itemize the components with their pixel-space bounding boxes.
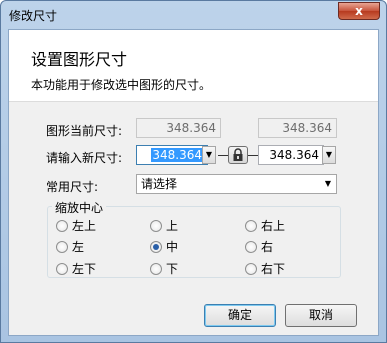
current-height-field: 348.364 [258,118,337,138]
anchor-option-label: 左上 [72,219,97,233]
aspect-lock-button[interactable] [228,146,248,164]
anchor-top-radio[interactable]: 上 [150,217,178,234]
radio-circle [245,240,257,253]
new-height-dropdown-button[interactable]: ▼ [322,146,336,164]
title-bar[interactable]: 修改尺寸 x [1,1,386,29]
new-width-input[interactable]: 348.364 [136,145,208,165]
close-button[interactable]: x [338,2,380,20]
current-height-value: 348.364 [282,121,332,135]
radio-circle [56,219,68,232]
dialog-header: 设置图形尺寸 本功能用于修改选中图形的尺寸。 [9,30,378,102]
lock-link-line-left [218,155,228,156]
anchor-top-right-radio[interactable]: 右上 [245,217,285,234]
anchor-bottom-radio[interactable]: 下 [150,260,178,277]
header-title: 设置图形尺寸 [31,50,128,69]
anchor-option-label: 上 [166,219,179,233]
dialog-window: 修改尺寸 x 设置图形尺寸 本功能用于修改选中图形的尺寸。 图形当前尺寸: 34… [0,0,387,343]
radio-circle [245,262,257,275]
radio-circle [245,219,257,232]
anchor-option-label: 右 [261,240,274,254]
new-size-label: 请输入新尺寸: [46,151,123,165]
window-title: 修改尺寸 [9,9,58,23]
current-width-value: 348.364 [166,121,216,135]
scale-anchor-legend: 缩放中心 [52,199,107,216]
anchor-center-radio[interactable]: 中 [150,238,178,255]
lock-icon [233,148,243,161]
ok-button[interactable]: 确定 [204,304,276,327]
chevron-down-icon: ▼ [324,179,331,188]
radio-circle [150,262,162,275]
current-width-field: 348.364 [136,118,221,138]
common-size-select[interactable]: 请选择 ▼ [136,174,337,194]
common-size-selected-value: 请选择 [141,177,178,191]
anchor-option-label: 左下 [72,262,97,276]
cancel-button[interactable]: 取消 [285,304,357,327]
current-size-label: 图形当前尺寸: [46,124,123,138]
radio-circle [150,219,162,232]
anchor-option-label: 下 [166,262,179,276]
new-height-value: 348.364 [269,148,319,162]
header-description: 本功能用于修改选中图形的尺寸。 [31,78,212,92]
anchor-left-radio[interactable]: 左 [56,238,84,255]
common-size-label: 常用尺寸: [46,180,99,194]
close-icon: x [355,4,363,18]
new-height-input[interactable]: 348.364 [258,145,324,165]
anchor-top-left-radio[interactable]: 左上 [56,217,96,234]
new-width-dropdown-button[interactable]: ▼ [202,146,216,164]
radio-circle-checked [150,240,162,253]
new-width-value: 348.364 [151,148,203,162]
anchor-option-label: 左 [72,240,85,254]
anchor-option-label: 中 [166,240,179,254]
anchor-bottom-left-radio[interactable]: 左下 [56,260,96,277]
anchor-option-label: 右上 [261,219,286,233]
lock-link-line-right [248,155,258,156]
radio-circle [56,262,68,275]
radio-circle [56,240,68,253]
anchor-bottom-right-radio[interactable]: 右下 [245,260,285,277]
anchor-right-radio[interactable]: 右 [245,238,273,255]
dialog-client-area: 设置图形尺寸 本功能用于修改选中图形的尺寸。 图形当前尺寸: 348.364 3… [8,29,379,336]
anchor-option-label: 右下 [261,262,286,276]
